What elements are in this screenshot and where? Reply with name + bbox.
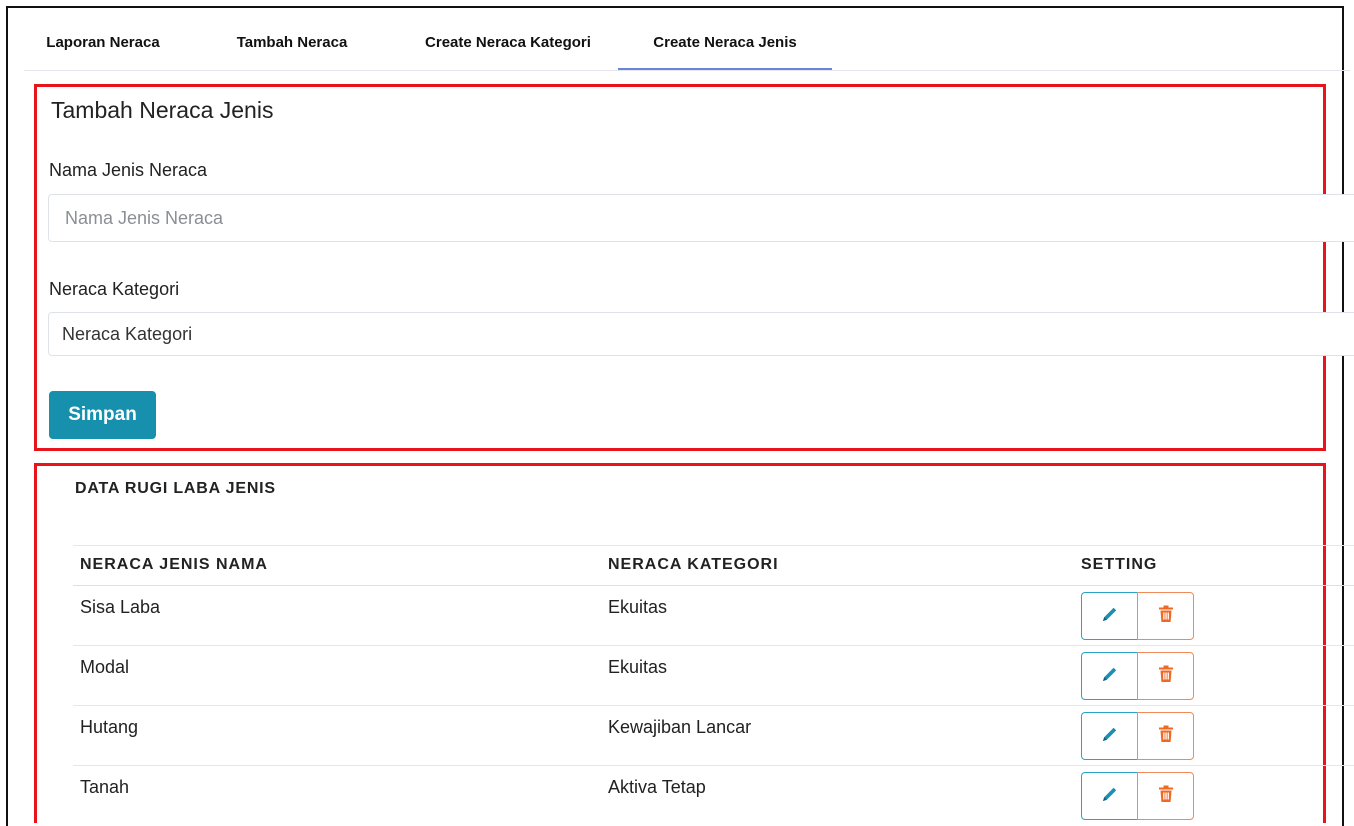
row-actions [1081, 652, 1194, 700]
delete-button[interactable] [1137, 592, 1194, 640]
row-name: Sisa Laba [80, 597, 161, 617]
row-name: Tanah [80, 777, 130, 797]
table-card-title: DATA RUGI LABA JENIS [75, 480, 276, 497]
trash-icon [1158, 725, 1174, 748]
pencil-icon [1101, 725, 1119, 748]
row-category: Aktiva Tetap [608, 777, 706, 797]
row-actions [1081, 772, 1194, 820]
row-category: Ekuitas [608, 657, 668, 677]
form-highlight-box [34, 84, 1326, 451]
trash-icon [1158, 605, 1174, 628]
column-header-name: NERACA JENIS NAMA [80, 556, 268, 573]
table-row: Tanah Aktiva Tetap [73, 765, 1354, 825]
data-table: NERACA JENIS NAMA NERACA KATEGORI SETTIN… [73, 545, 1354, 825]
table-row: Hutang Kewajiban Lancar [73, 705, 1354, 765]
delete-button[interactable] [1137, 712, 1194, 760]
tab-bar: Laporan Neraca Tambah Neraca Create Nera… [24, 20, 1350, 71]
trash-icon [1158, 785, 1174, 808]
tab-create-neraca-kategori[interactable]: Create Neraca Kategori [395, 20, 621, 70]
row-category: Ekuitas [608, 597, 668, 617]
category-select[interactable]: Neraca Kategori [48, 312, 1354, 356]
pencil-icon [1101, 605, 1119, 628]
edit-button[interactable] [1081, 772, 1138, 820]
column-header-setting: SETTING [1081, 556, 1158, 573]
tab-tambah-neraca[interactable]: Tambah Neraca [206, 20, 378, 70]
row-actions [1081, 592, 1194, 640]
table-header-row: NERACA JENIS NAMA NERACA KATEGORI SETTIN… [73, 545, 1354, 586]
edit-button[interactable] [1081, 712, 1138, 760]
pencil-icon [1101, 785, 1119, 808]
pencil-icon [1101, 665, 1119, 688]
name-jenis-input[interactable] [48, 194, 1354, 242]
tab-create-neraca-jenis[interactable]: Create Neraca Jenis [618, 20, 832, 70]
form-title: Tambah Neraca Jenis [51, 97, 274, 123]
row-category: Kewajiban Lancar [608, 717, 752, 737]
category-field-label: Neraca Kategori [49, 279, 180, 299]
delete-button[interactable] [1137, 652, 1194, 700]
edit-button[interactable] [1081, 652, 1138, 700]
row-actions [1081, 712, 1194, 760]
row-name: Modal [80, 657, 130, 677]
table-row: Sisa Laba Ekuitas [73, 586, 1354, 645]
tab-laporan-neraca[interactable]: Laporan Neraca [24, 20, 182, 70]
row-name: Hutang [80, 717, 139, 737]
edit-button[interactable] [1081, 592, 1138, 640]
column-header-category: NERACA KATEGORI [608, 556, 779, 573]
name-field-label: Nama Jenis Neraca [49, 160, 208, 180]
save-button[interactable]: Simpan [49, 391, 156, 439]
table-row: Modal Ekuitas [73, 645, 1354, 705]
delete-button[interactable] [1137, 772, 1194, 820]
trash-icon [1158, 665, 1174, 688]
